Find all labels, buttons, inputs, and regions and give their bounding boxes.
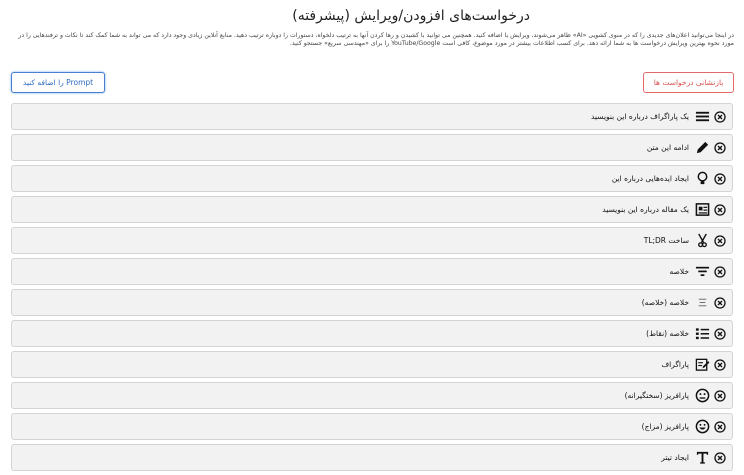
- newspaper-icon: [694, 202, 710, 218]
- prompt-item[interactable]: یک مقاله درباره این بنویسید: [11, 196, 733, 223]
- bullet-list-icon: [694, 326, 710, 342]
- prompt-label: ادامه این متن: [646, 143, 689, 152]
- add-prompt-button[interactable]: Prompt را اضافه کنید: [11, 72, 105, 93]
- short-lines-icon: [694, 295, 710, 311]
- lightbulb-icon: [694, 171, 710, 187]
- prompt-label: یک مقاله درباره این بنویسید: [602, 205, 689, 214]
- prompt-label: ایجاد ایده‌هایی درباره این: [611, 174, 689, 183]
- remove-prompt-icon[interactable]: [714, 265, 726, 278]
- prompt-label: یک پاراگراف درباره این بنویسید: [591, 112, 689, 121]
- prompts-page: درخواست‌های افزودن/ویرایش (پیشرفته) در ا…: [0, 0, 744, 471]
- prompt-item[interactable]: خلاصه (خلاصه): [11, 289, 733, 316]
- filter-lines-icon: [694, 264, 710, 280]
- prompt-label: خلاصه (نقاط): [646, 329, 689, 338]
- reset-prompts-button[interactable]: بازنشانی درخواست ها: [643, 72, 734, 93]
- prompt-item[interactable]: پاراگراف: [11, 351, 733, 378]
- text-t-icon: [694, 450, 710, 466]
- prompt-label: ساخت TL;DR: [643, 236, 689, 245]
- remove-prompt-icon[interactable]: [714, 296, 726, 309]
- remove-prompt-icon[interactable]: [714, 172, 726, 185]
- strict-face-icon: [694, 388, 710, 404]
- remove-prompt-icon[interactable]: [714, 420, 726, 433]
- prompt-label: خلاصه: [669, 267, 689, 276]
- prompt-item[interactable]: پارافریز (مزاج): [11, 413, 733, 440]
- page-title: درخواست‌های افزودن/ویرایش (پیشرفته): [292, 8, 530, 24]
- prompt-item[interactable]: خلاصه (نقاط): [11, 320, 733, 347]
- remove-prompt-icon[interactable]: [714, 234, 726, 247]
- remove-prompt-icon[interactable]: [714, 110, 726, 123]
- remove-prompt-icon[interactable]: [714, 203, 726, 216]
- page-description: در اینجا می‌توانید اعلان‌های جدیدی را که…: [18, 32, 734, 47]
- remove-prompt-icon[interactable]: [714, 451, 726, 464]
- prompt-item[interactable]: ادامه این متن: [11, 134, 733, 161]
- remove-prompt-icon[interactable]: [714, 358, 726, 371]
- paragraph-lines-icon: [694, 109, 710, 125]
- edit-note-icon: [694, 357, 710, 373]
- prompt-label: پاراگراف: [661, 360, 689, 369]
- prompt-list: یک پاراگراف درباره این بنویسید ادامه این…: [11, 103, 733, 475]
- prompt-label: پارافریز (سختگیرانه): [624, 391, 689, 400]
- remove-prompt-icon[interactable]: [714, 389, 726, 402]
- prompt-item[interactable]: ایجاد ایده‌هایی درباره این: [11, 165, 733, 192]
- prompt-label: ایجاد تیتر: [661, 453, 689, 462]
- remove-prompt-icon[interactable]: [714, 327, 726, 340]
- prompt-item[interactable]: خلاصه: [11, 258, 733, 285]
- prompt-item[interactable]: ایجاد تیتر: [11, 444, 733, 471]
- scissors-icon: [694, 233, 710, 249]
- remove-prompt-icon[interactable]: [714, 141, 726, 154]
- pencil-icon: [694, 140, 710, 156]
- prompt-label: خلاصه (خلاصه): [641, 298, 689, 307]
- smile-face-icon: [694, 419, 710, 435]
- prompt-label: پارافریز (مزاج): [641, 422, 689, 431]
- prompt-item[interactable]: ساخت TL;DR: [11, 227, 733, 254]
- prompt-item[interactable]: پارافریز (سختگیرانه): [11, 382, 733, 409]
- prompt-item[interactable]: یک پاراگراف درباره این بنویسید: [11, 103, 733, 130]
